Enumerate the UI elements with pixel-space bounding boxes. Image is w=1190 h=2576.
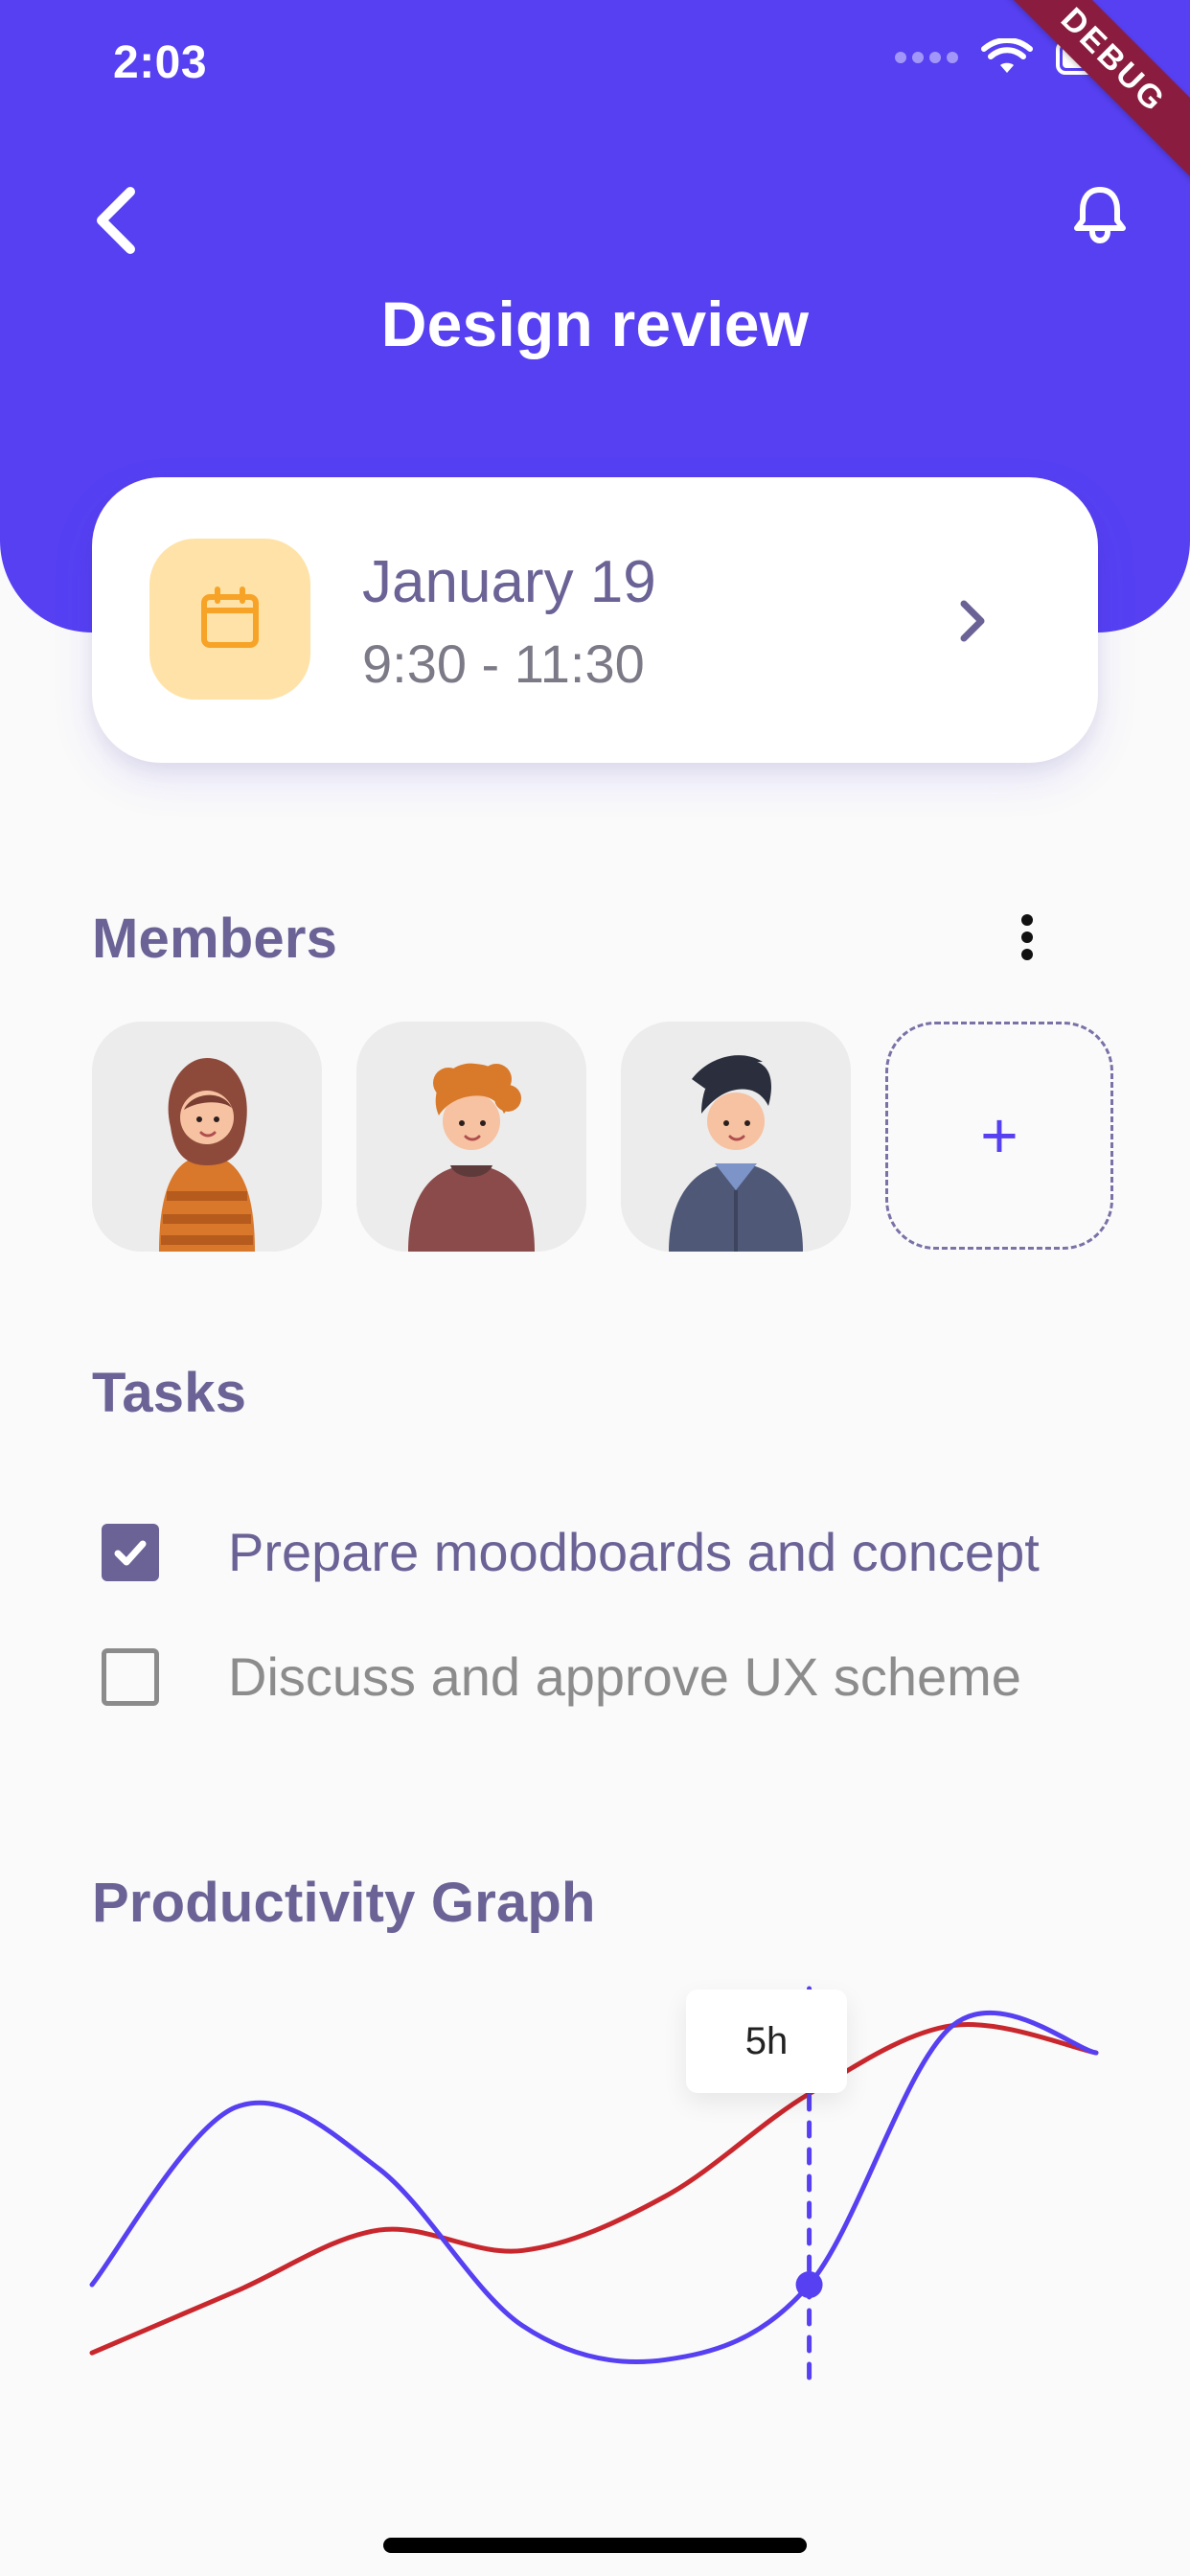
task-item[interactable]: Discuss and approve UX scheme <box>102 1648 1021 1706</box>
event-time-range: 9:30 - 11:30 <box>362 633 645 694</box>
chart-title: Productivity Graph <box>92 1872 596 1934</box>
checkbox-checked[interactable] <box>102 1524 159 1581</box>
status-time: 2:03 <box>113 37 208 88</box>
chart-tooltip: 5h <box>686 1990 847 2093</box>
more-vertical-icon[interactable] <box>1008 908 1046 966</box>
task-item[interactable]: Prepare moodboards and concept <box>102 1524 1040 1581</box>
bell-icon[interactable] <box>1069 182 1131 244</box>
members-list: + <box>92 1022 1113 1252</box>
highlight-point[interactable] <box>795 2271 823 2299</box>
avatar-man-dark-hair-illustration <box>621 1022 851 1252</box>
checkbox-unchecked[interactable] <box>102 1648 159 1706</box>
avatar[interactable] <box>356 1022 586 1252</box>
add-member-button[interactable]: + <box>885 1022 1113 1250</box>
avatar-woman-illustration <box>92 1022 322 1252</box>
plus-icon: + <box>980 1099 1018 1172</box>
tasks-title: Tasks <box>92 1362 247 1424</box>
task-label: Discuss and approve UX scheme <box>228 1646 1021 1707</box>
task-label: Prepare moodboards and concept <box>228 1522 1040 1582</box>
series-line-red <box>89 2022 1099 2356</box>
signal-icon <box>895 52 958 63</box>
series-line-blue <box>89 2010 1099 2364</box>
calendar-badge <box>149 539 310 700</box>
wifi-icon <box>981 38 1033 77</box>
members-title: Members <box>92 908 338 970</box>
productivity-chart <box>89 1986 1099 2394</box>
back-icon[interactable] <box>86 182 144 259</box>
check-icon <box>114 1540 147 1566</box>
home-indicator <box>383 2538 807 2553</box>
event-date: January 19 <box>362 549 656 615</box>
date-card[interactable]: January 19 9:30 - 11:30 <box>92 477 1098 763</box>
avatar-man-curly-illustration <box>356 1022 586 1252</box>
page-title: Design review <box>380 288 810 359</box>
avatar[interactable] <box>621 1022 851 1252</box>
chevron-right-icon[interactable] <box>954 594 993 648</box>
avatar[interactable] <box>92 1022 322 1252</box>
calendar-icon <box>195 584 265 655</box>
